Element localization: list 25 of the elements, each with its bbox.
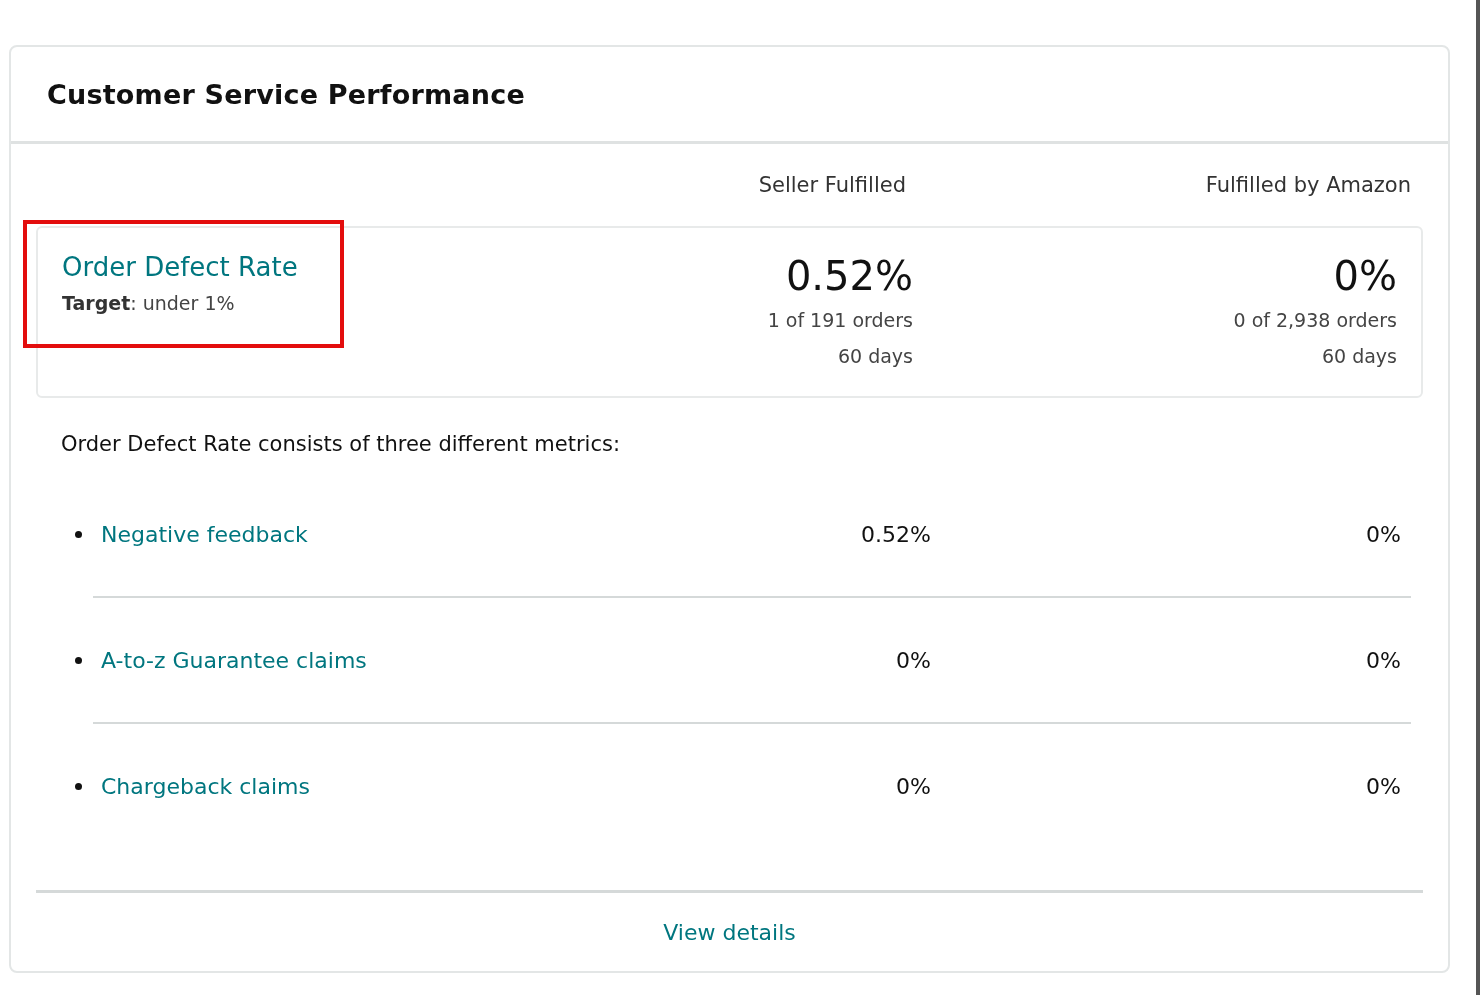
metric-link[interactable]: A-to-z Guarantee claims	[101, 647, 367, 673]
orders-count: 0 of 2,938 orders	[1232, 308, 1397, 333]
metric-value: 0%	[1365, 521, 1402, 547]
metric-link[interactable]: Negative feedback	[101, 521, 308, 547]
metric-value: 0%	[1365, 773, 1402, 799]
metric-link[interactable]: Order Defect Rate	[62, 252, 298, 282]
column-heading: Seller Fulfilled	[757, 173, 906, 197]
metric-value: 0%	[895, 647, 931, 673]
metric-value: 0%	[895, 773, 931, 799]
column-heading: Fulfilled by Amazon	[1204, 173, 1412, 197]
rate-value: 0.52%	[784, 252, 913, 301]
view-details-link[interactable]: View details	[663, 919, 796, 945]
description-text: Order Defect Rate consists of three different metrics:	[61, 432, 621, 456]
bullet-icon	[75, 656, 82, 664]
metric-link[interactable]: Chargeback claims	[101, 773, 310, 799]
metric-value: 0%	[1365, 647, 1402, 673]
metric-value: 0.52%	[860, 521, 931, 547]
rate-value: 0%	[1332, 252, 1397, 301]
orders-count: 1 of 191 orders	[766, 308, 913, 333]
bullet-icon	[75, 782, 82, 790]
target-text: Target: under 1%	[62, 292, 236, 314]
card-title: Customer Service Performance	[47, 78, 525, 110]
period-text: 60 days	[836, 344, 913, 369]
period-text: 60 days	[1320, 344, 1397, 369]
bullet-icon	[75, 530, 82, 538]
